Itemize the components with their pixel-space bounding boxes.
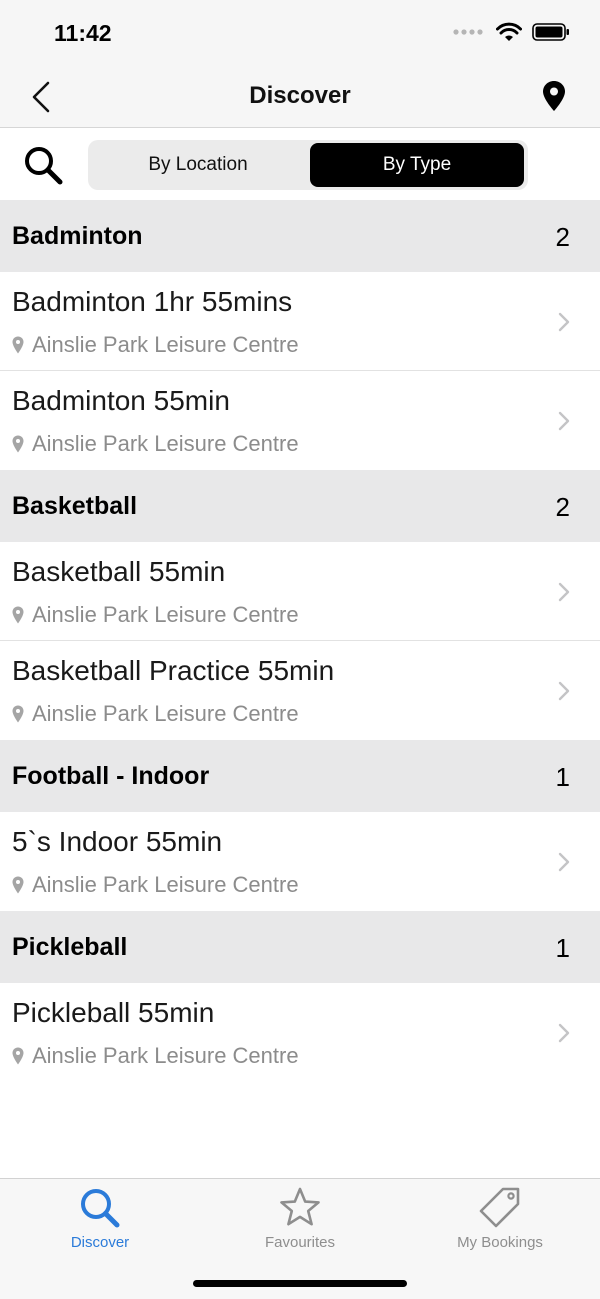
list-item[interactable]: Basketball 55min Ainslie Park Leisure Ce… xyxy=(0,542,600,641)
item-location-text: Ainslie Park Leisure Centre xyxy=(32,701,299,726)
tab-favourites[interactable]: Favourites xyxy=(200,1185,400,1255)
map-pin-icon xyxy=(12,435,24,453)
section-header-basketball: Basketball 2 xyxy=(0,470,600,542)
item-location-text: Ainslie Park Leisure Centre xyxy=(32,602,299,627)
list-item[interactable]: Basketball Practice 55min Ainslie Park L… xyxy=(0,641,600,740)
chevron-right-icon xyxy=(558,681,570,701)
map-pin-icon xyxy=(12,705,24,723)
section-title: Football - Indoor xyxy=(12,762,210,790)
chevron-right-icon xyxy=(558,1023,570,1043)
chevron-right-icon xyxy=(558,852,570,872)
nav-bar: Discover xyxy=(0,66,600,128)
battery-icon xyxy=(532,23,569,41)
item-title: Badminton 1hr 55mins xyxy=(12,286,293,317)
item-title: 5`s Indoor 55min xyxy=(12,826,223,857)
item-location: Ainslie Park Leisure Centre xyxy=(12,431,299,457)
map-pin-icon xyxy=(12,1047,24,1065)
section-count: 1 xyxy=(555,762,570,792)
item-title: Pickleball 55min xyxy=(12,997,215,1028)
view-segmented-control: By Location By Type xyxy=(88,140,528,190)
list-item[interactable]: Badminton 1hr 55mins Ainslie Park Leisur… xyxy=(0,272,600,371)
status-icons xyxy=(452,22,570,42)
search-icon[interactable] xyxy=(22,145,64,187)
screen: 11:42 Discover By Location By Type Badmi… xyxy=(0,0,600,1299)
item-location: Ainslie Park Leisure Centre xyxy=(12,332,299,358)
chevron-right-icon xyxy=(558,312,570,332)
location-pin-icon[interactable] xyxy=(542,80,566,112)
wifi-icon xyxy=(496,22,522,41)
segment-by-type[interactable]: By Type xyxy=(310,143,524,187)
status-bar: 11:42 xyxy=(0,0,600,66)
tab-my-bookings[interactable]: My Bookings xyxy=(400,1185,600,1255)
search-icon xyxy=(81,1189,120,1228)
item-location-text: Ainslie Park Leisure Centre xyxy=(32,332,299,357)
tab-label: Discover xyxy=(70,1234,130,1251)
status-time: 11:42 xyxy=(54,20,112,46)
section-header-badminton: Badminton 2 xyxy=(0,200,600,272)
section-count: 2 xyxy=(555,492,570,522)
item-location-text: Ainslie Park Leisure Centre xyxy=(32,872,299,897)
chevron-right-icon xyxy=(558,411,570,431)
section-title: Badminton xyxy=(12,222,143,250)
home-indicator xyxy=(193,1280,407,1287)
item-title: Badminton 55min xyxy=(12,385,230,416)
section-count: 1 xyxy=(555,933,570,963)
filter-row: By Location By Type xyxy=(0,129,600,200)
chevron-right-icon xyxy=(558,582,570,602)
tab-label: Favourites xyxy=(264,1234,336,1251)
tag-icon xyxy=(479,1187,520,1228)
item-location-text: Ainslie Park Leisure Centre xyxy=(32,1043,299,1068)
item-location: Ainslie Park Leisure Centre xyxy=(12,872,299,898)
list-item[interactable]: 5`s Indoor 55min Ainslie Park Leisure Ce… xyxy=(0,812,600,911)
tab-label: My Bookings xyxy=(457,1234,543,1251)
list-item[interactable]: Badminton 55min Ainslie Park Leisure Cen… xyxy=(0,371,600,470)
signal-icon xyxy=(453,29,483,35)
item-location: Ainslie Park Leisure Centre xyxy=(12,701,299,727)
section-header-football-indoor: Football - Indoor 1 xyxy=(0,740,600,812)
item-location: Ainslie Park Leisure Centre xyxy=(12,602,299,628)
item-location-text: Ainslie Park Leisure Centre xyxy=(32,431,299,456)
section-title: Basketball xyxy=(12,492,138,520)
activity-list: Badminton 2 Badminton 1hr 55mins Ainslie… xyxy=(0,200,600,1082)
segment-by-location[interactable]: By Location xyxy=(91,143,305,187)
page-title: Discover xyxy=(249,82,351,109)
map-pin-icon xyxy=(12,876,24,894)
section-title: Pickleball xyxy=(12,933,128,961)
list-item[interactable]: Pickleball 55min Ainslie Park Leisure Ce… xyxy=(0,983,600,1082)
map-pin-icon xyxy=(12,336,24,354)
star-icon xyxy=(280,1187,320,1226)
tab-discover[interactable]: Discover xyxy=(0,1185,200,1255)
item-title: Basketball Practice 55min xyxy=(12,655,335,686)
section-header-pickleball: Pickleball 1 xyxy=(0,911,600,983)
item-title: Basketball 55min xyxy=(12,556,226,587)
map-pin-icon xyxy=(12,606,24,624)
item-location: Ainslie Park Leisure Centre xyxy=(12,1043,299,1069)
section-count: 2 xyxy=(555,222,570,252)
